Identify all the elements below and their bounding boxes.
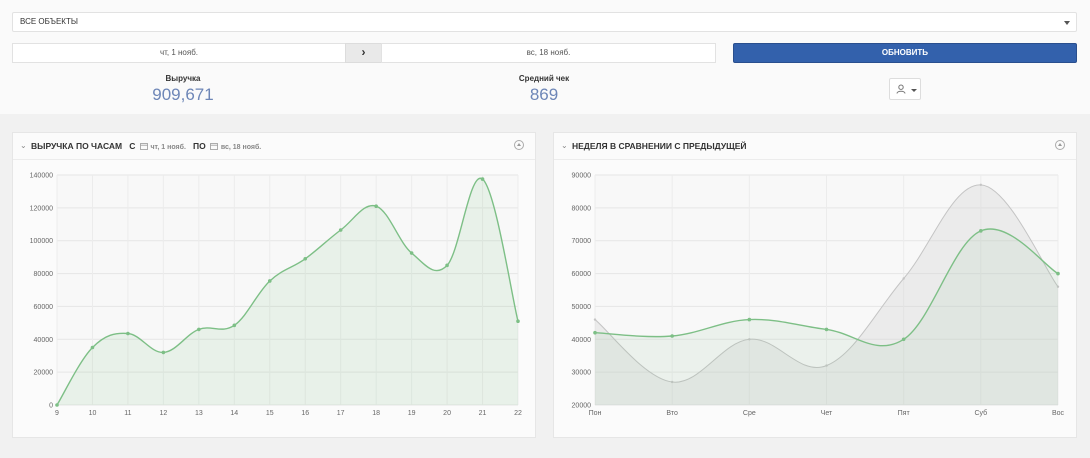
x-tick-label: 20 bbox=[443, 410, 451, 417]
date-to-value: вс, 18 нояб. bbox=[526, 48, 571, 57]
x-tick-label: Сре bbox=[743, 410, 756, 417]
x-tick-label: Вто bbox=[666, 410, 678, 417]
hourly-revenue-panel: ⌄ ВЫРУЧКА ПО ЧАСАМ С чт, 1 нояб. ПО вс, … bbox=[12, 132, 536, 438]
panel-title-row: ВЫРУЧКА ПО ЧАСАМ С чт, 1 нояб. ПО вс, 18… bbox=[31, 133, 261, 161]
x-tick-label: 18 bbox=[372, 410, 380, 417]
x-tick-label: 17 bbox=[337, 410, 345, 417]
y-tick-label: 60000 bbox=[34, 304, 54, 311]
data-point bbox=[126, 331, 130, 336]
data-point bbox=[445, 263, 449, 268]
arrow-up-icon[interactable] bbox=[514, 140, 524, 150]
chevron-right-icon: › bbox=[361, 45, 366, 59]
data-point bbox=[670, 334, 674, 338]
object-select-value: ВСЕ ОБЪЕКТЫ bbox=[20, 17, 78, 26]
to-word: ПО bbox=[193, 141, 206, 151]
y-tick-label: 20000 bbox=[572, 403, 592, 410]
date-from-value: чт, 1 нояб. bbox=[159, 48, 199, 57]
revenue-label: Выручка bbox=[165, 74, 201, 83]
date-from-input[interactable]: чт, 1 нояб. bbox=[12, 43, 346, 63]
user-icon bbox=[896, 84, 906, 94]
x-tick-label: 12 bbox=[159, 410, 167, 417]
from-word: С bbox=[129, 141, 136, 151]
panel-header: ⌄ НЕДЕЛЯ В СРАВНЕНИИ С ПРЕДЫДУЩЕЙ bbox=[554, 133, 1076, 160]
chevron-down-icon bbox=[911, 89, 917, 92]
panel-title: НЕДЕЛЯ В СРАВНЕНИИ С ПРЕДЫДУЩЕЙ bbox=[572, 141, 747, 151]
y-tick-label: 140000 bbox=[30, 173, 53, 180]
x-tick-label: 10 bbox=[89, 410, 97, 417]
avg-check-stat: Средний чек 869 bbox=[474, 74, 614, 105]
data-point bbox=[516, 319, 520, 324]
data-point bbox=[593, 330, 597, 335]
week-comparison-panel: ⌄ НЕДЕЛЯ В СРАВНЕНИИ С ПРЕДЫДУЩЕЙ 20000 3… bbox=[553, 132, 1077, 438]
revenue-value: 909,671 bbox=[152, 85, 214, 104]
data-point bbox=[409, 251, 414, 255]
calendar-icon bbox=[210, 143, 219, 150]
avg-check-label: Средний чек bbox=[518, 74, 570, 83]
data-point bbox=[1056, 271, 1060, 276]
y-tick-label: 20000 bbox=[34, 370, 54, 377]
x-tick-label: 14 bbox=[230, 410, 238, 417]
data-point bbox=[824, 327, 829, 332]
x-tick-label: Суб bbox=[975, 409, 988, 417]
week-comparison-chart: 20000 30000 40000 50000 60000 70000 80000 90000… bbox=[572, 173, 1065, 418]
calendar-icon bbox=[140, 143, 148, 150]
arrow-up-icon[interactable] bbox=[1055, 140, 1065, 150]
data-point bbox=[374, 204, 378, 209]
y-tick-label: 100000 bbox=[30, 238, 53, 245]
x-tick-label: 9 bbox=[55, 410, 59, 417]
hourly-revenue-chart: 0 20000 40000 60000 80000 100000 120000 140000 9… bbox=[30, 173, 522, 418]
collapse-chevron-icon[interactable]: ⌄ bbox=[561, 133, 568, 159]
data-point bbox=[480, 177, 485, 181]
data-point bbox=[55, 403, 59, 407]
avg-check-value: 869 bbox=[529, 85, 559, 104]
y-tick-label: 90000 bbox=[572, 173, 592, 180]
y-tick-label: 40000 bbox=[34, 337, 54, 344]
refresh-button[interactable]: ОБНОВИТЬ bbox=[733, 43, 1077, 63]
date-to-input[interactable]: вс, 18 нояб. bbox=[381, 43, 716, 63]
data-point bbox=[593, 318, 597, 321]
panel-date-from[interactable]: чт, 1 нояб. bbox=[150, 144, 185, 151]
object-select[interactable]: ВСЕ ОБЪЕКТЫ bbox=[12, 12, 1077, 32]
panel-date-to[interactable]: вс, 18 нояб. bbox=[221, 144, 261, 151]
x-tick-label: 19 bbox=[408, 410, 416, 417]
panel-header: ⌄ ВЫРУЧКА ПО ЧАСАМ С чт, 1 нояб. ПО вс, … bbox=[13, 133, 535, 160]
data-point bbox=[747, 317, 752, 322]
x-tick-label: 15 bbox=[266, 410, 274, 417]
y-tick-label: 50000 bbox=[572, 304, 592, 311]
y-tick-label: 120000 bbox=[30, 205, 53, 212]
x-tick-label: 22 bbox=[514, 410, 522, 417]
panel-title: ВЫРУЧКА ПО ЧАСАМ bbox=[31, 141, 123, 151]
y-tick-label: 40000 bbox=[572, 337, 592, 344]
x-tick-label: Пят bbox=[898, 410, 911, 417]
x-tick-label: 21 bbox=[479, 410, 487, 417]
data-point bbox=[979, 183, 983, 187]
x-tick-label: Пон bbox=[589, 410, 602, 417]
data-point bbox=[338, 228, 343, 232]
x-tick-label: 11 bbox=[124, 410, 131, 417]
data-point bbox=[90, 345, 95, 350]
data-point bbox=[901, 337, 906, 342]
revenue-stat: Выручка 909,671 bbox=[113, 74, 253, 105]
data-point bbox=[232, 323, 237, 328]
x-tick-label: Вос bbox=[1052, 410, 1065, 417]
chevron-down-icon bbox=[1064, 21, 1070, 25]
y-tick-label: 80000 bbox=[34, 271, 54, 278]
x-tick-label: 13 bbox=[195, 410, 203, 417]
y-tick-label: 30000 bbox=[572, 370, 592, 377]
y-tick-label: 80000 bbox=[572, 205, 592, 212]
user-menu-button[interactable] bbox=[889, 78, 921, 100]
collapse-chevron-icon[interactable]: ⌄ bbox=[20, 133, 27, 159]
y-tick-label: 0 bbox=[49, 403, 53, 410]
data-point bbox=[902, 277, 905, 280]
x-tick-label: Чет bbox=[821, 410, 833, 417]
y-tick-label: 70000 bbox=[572, 238, 592, 245]
data-point bbox=[197, 327, 201, 332]
y-tick-label: 60000 bbox=[572, 271, 592, 278]
x-tick-label: 16 bbox=[301, 410, 309, 417]
data-point bbox=[161, 350, 166, 355]
data-point bbox=[979, 229, 983, 233]
date-range-arrow-button[interactable]: › bbox=[345, 43, 382, 63]
data-point bbox=[303, 256, 308, 261]
data-point bbox=[267, 279, 272, 283]
